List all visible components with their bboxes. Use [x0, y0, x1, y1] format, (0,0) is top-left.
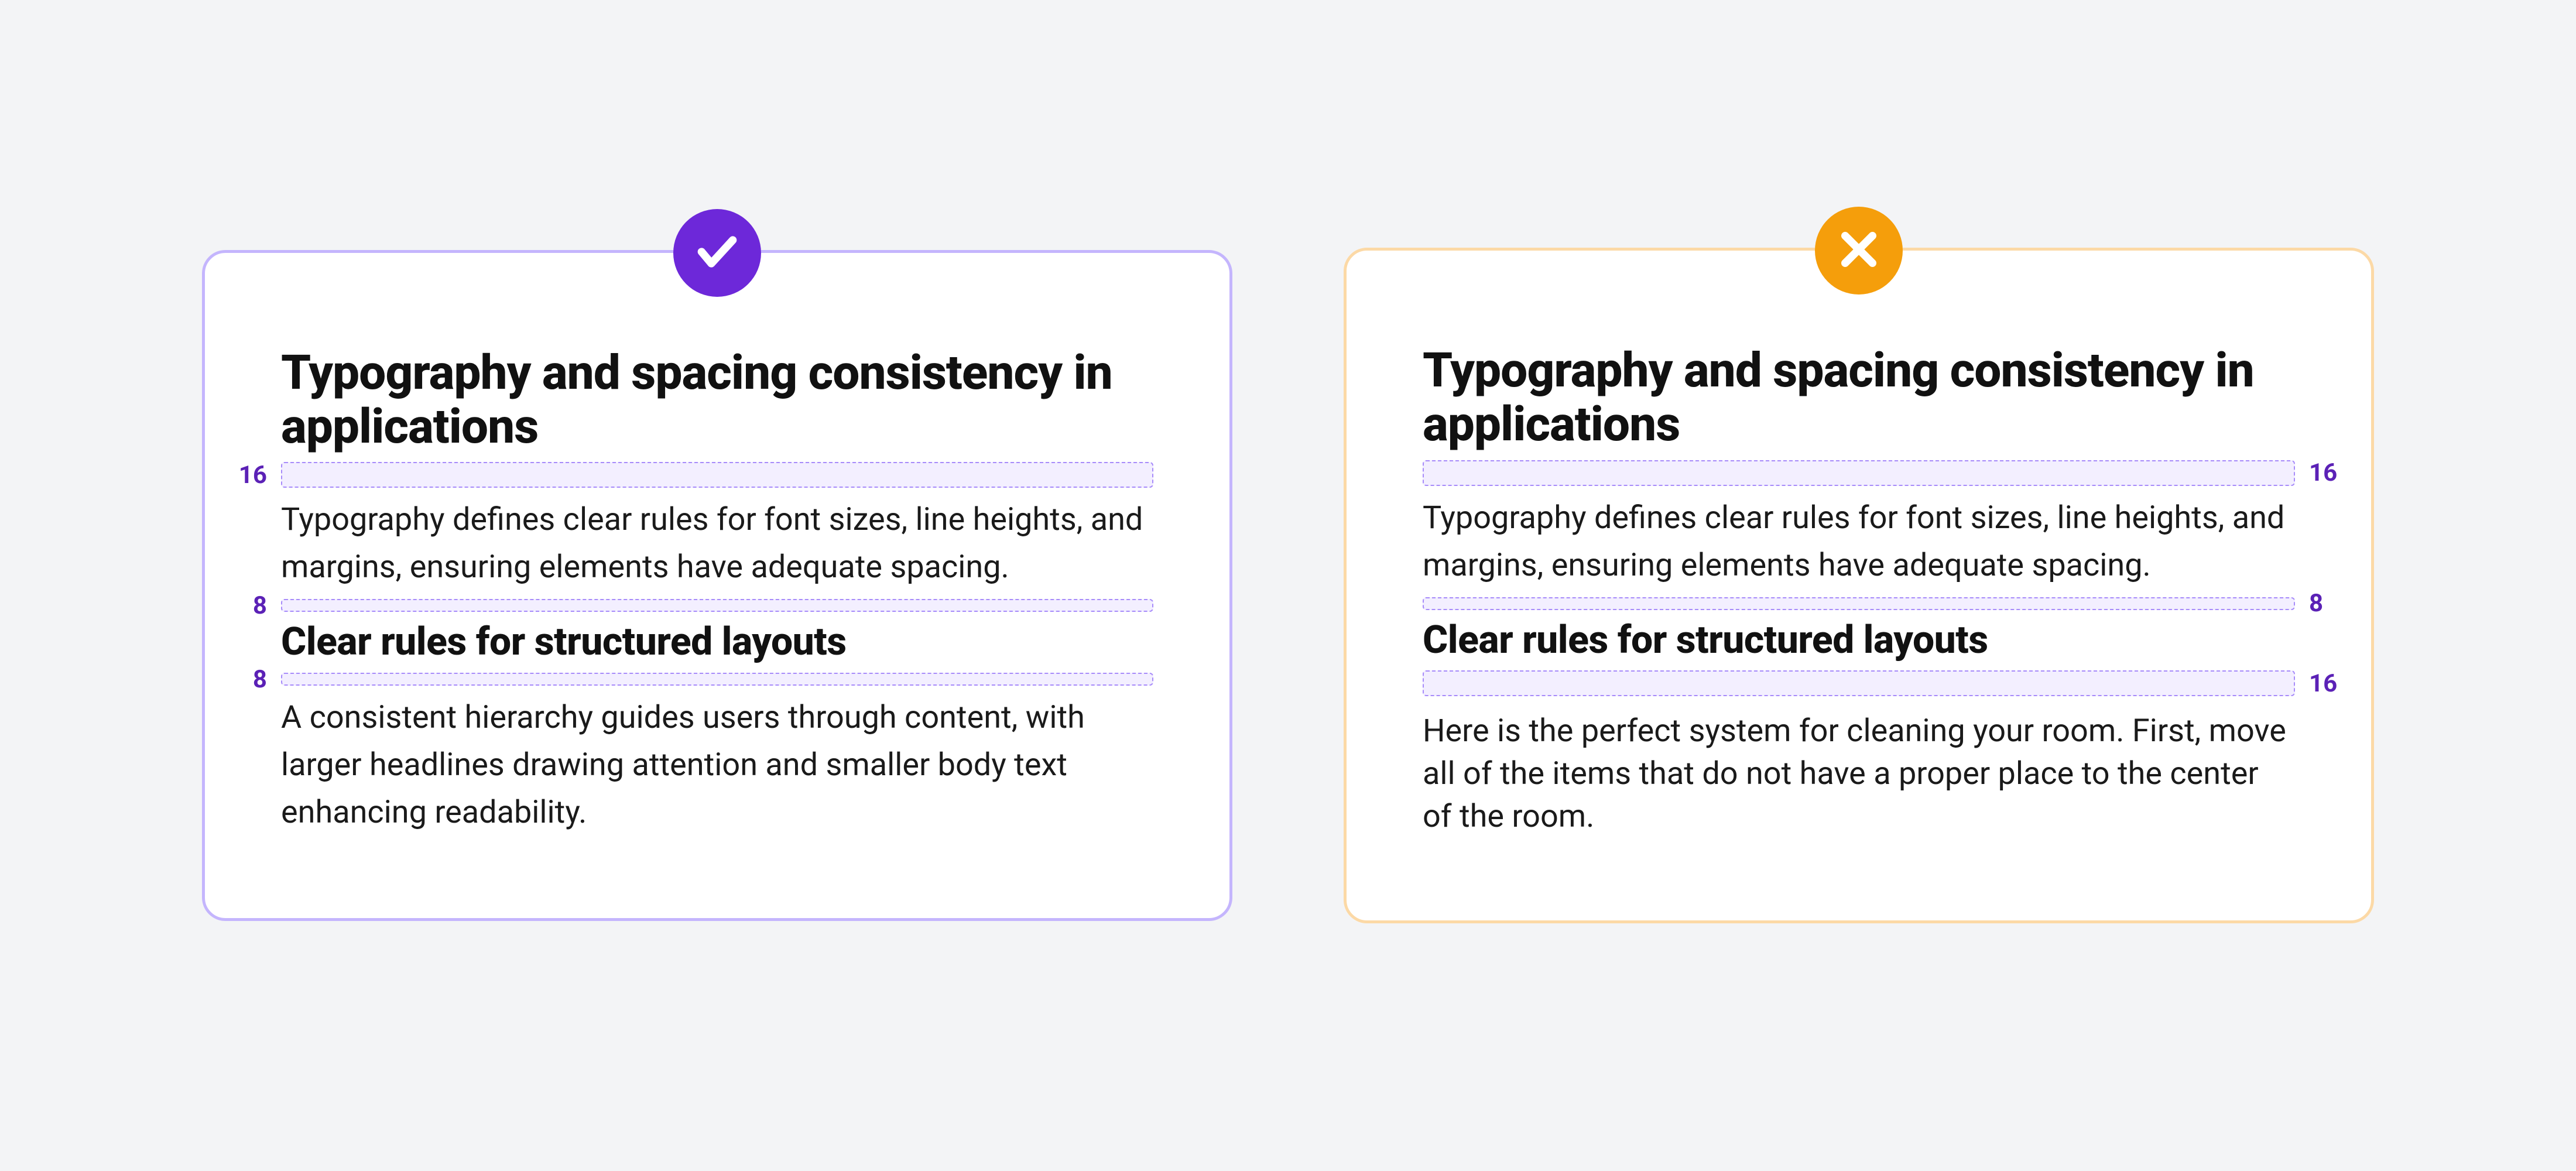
good-gap-3-label: 8 — [253, 665, 267, 694]
bad-example-card: Typography and spacing consistency in ap… — [1344, 248, 2374, 923]
good-gap-3-row: 8 — [281, 673, 1153, 686]
bad-gap-2-label: 8 — [2309, 589, 2323, 618]
good-gap-1-row: 16 — [281, 462, 1153, 488]
bad-gap-3-row: 16 — [1423, 670, 2295, 696]
good-gap-2-box — [281, 599, 1153, 612]
comparison-canvas: Typography and spacing consistency in ap… — [0, 0, 2576, 1171]
x-icon — [1835, 226, 1882, 275]
bad-gap-3-label: 16 — [2309, 669, 2337, 698]
good-body-2: A consistent hierarchy guides users thro… — [281, 694, 1153, 836]
bad-gap-3-box — [1423, 670, 2295, 696]
good-gap-2-row: 8 — [281, 599, 1153, 612]
bad-gap-2-row: 8 — [1423, 597, 2295, 610]
bad-gap-1-label: 16 — [2309, 458, 2337, 487]
good-subheading: Clear rules for structured layouts — [281, 620, 1153, 665]
bad-gap-2-box — [1423, 597, 2295, 610]
bad-badge — [1815, 207, 1903, 295]
good-heading: Typography and spacing consistency in ap… — [281, 347, 1153, 454]
bad-body-1: Typography defines clear rules for font … — [1423, 494, 2295, 589]
good-gap-1-label: 16 — [239, 461, 267, 489]
good-gap-1-box — [281, 462, 1153, 488]
good-body-1: Typography defines clear rules for font … — [281, 496, 1153, 591]
bad-gap-1-row: 16 — [1423, 460, 2295, 486]
good-example-card: Typography and spacing consistency in ap… — [202, 250, 1232, 922]
good-badge — [673, 209, 761, 297]
good-gap-2-label: 8 — [253, 591, 267, 620]
bad-heading: Typography and spacing consistency in ap… — [1423, 344, 2295, 452]
good-gap-3-box — [281, 673, 1153, 686]
bad-gap-1-box — [1423, 460, 2295, 486]
bad-subheading: Clear rules for structured layouts — [1423, 618, 2295, 663]
bad-body-2: Here is the perfect system for cleaning … — [1423, 710, 2295, 838]
check-icon — [694, 228, 741, 278]
